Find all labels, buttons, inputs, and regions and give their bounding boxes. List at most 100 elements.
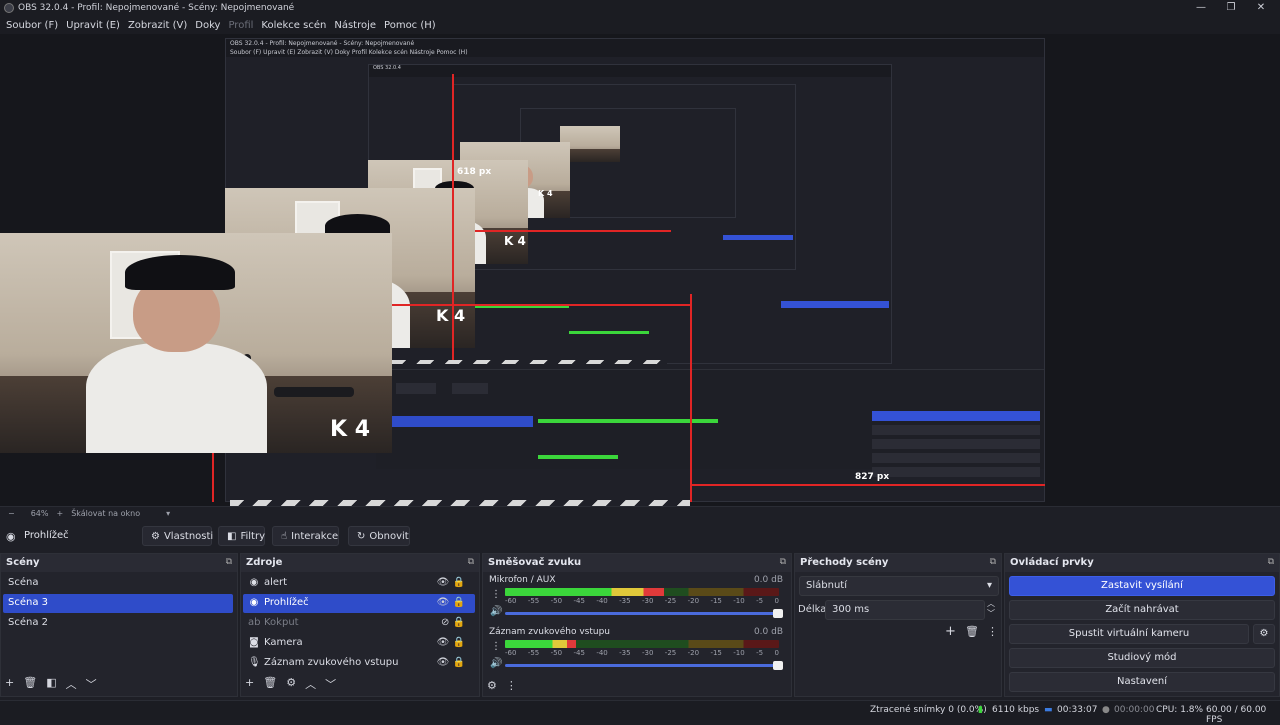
eye-icon[interactable]: 👁 🔒: [437, 657, 465, 668]
start-recording-button[interactable]: Začít nahrávat: [1009, 600, 1275, 620]
zoom-bar: − 64% + Škálovat na okno ▾: [0, 506, 1280, 520]
scene-item-selected[interactable]: Scéna 3: [3, 594, 233, 613]
bitrate: 6110 kbps: [992, 705, 1040, 715]
menu-edit[interactable]: Upravit (E): [66, 20, 120, 31]
speaker-icon[interactable]: 🔊: [490, 658, 502, 669]
scene-item[interactable]: Scéna 2: [3, 614, 233, 633]
undock-icon[interactable]: ⧉: [990, 557, 996, 567]
trash-icon[interactable]: 🗑: [23, 676, 37, 692]
more-icon[interactable]: ⋮: [987, 625, 998, 638]
add-icon[interactable]: +: [5, 676, 14, 692]
eye-icon[interactable]: 👁 🔒: [437, 577, 465, 588]
virtual-camera-settings-button[interactable]: ⚙: [1253, 624, 1275, 644]
chevron-down-icon[interactable]: ▾: [166, 509, 170, 518]
audio-input-volume-knob[interactable]: [773, 661, 783, 670]
source-item-alert[interactable]: ◉ alert 👁 🔒: [243, 574, 475, 593]
menu-help[interactable]: Pomoc (H): [384, 20, 436, 31]
db-tick-label: -55: [527, 649, 540, 657]
filters-button[interactable]: ◧ Filtry: [218, 526, 265, 546]
preview-canvas[interactable]: OBS 32.0.4 - Profil: Nepojmenované - Scé…: [0, 34, 1280, 506]
maximize-button[interactable]: ❐: [1216, 0, 1246, 16]
gear-icon: ⚙: [1259, 628, 1269, 639]
more-icon[interactable]: ⋮: [491, 589, 501, 600]
undock-icon[interactable]: ⧉: [780, 557, 786, 567]
zoom-out-button[interactable]: −: [8, 509, 15, 518]
duration-input[interactable]: 300 ms: [825, 600, 985, 620]
sources-footer: + 🗑 ⚙ ︿ ﹀: [245, 676, 336, 692]
db-tick-label: -20: [687, 597, 700, 605]
add-icon[interactable]: +: [245, 676, 254, 692]
menu-tools[interactable]: Nástroje: [334, 20, 376, 31]
mic-volume-knob[interactable]: [773, 609, 783, 618]
close-button[interactable]: ✕: [1246, 0, 1276, 16]
source-label: Kokput: [264, 617, 299, 628]
trash-icon[interactable]: 🗑: [263, 676, 277, 692]
speaker-icon[interactable]: 🔊: [490, 606, 502, 617]
sources-title: Zdroje ⧉: [241, 554, 479, 572]
guide-line-h3: [475, 230, 671, 232]
source-item-browser[interactable]: ◉ Prohlížeč 👁 🔒: [243, 594, 475, 613]
source-item-camera[interactable]: ◙ Kamera 👁 🔒: [243, 634, 475, 653]
menu-docks[interactable]: Doky: [195, 20, 220, 31]
duration-stepper[interactable]: ︿ ﹀: [987, 599, 995, 619]
chevron-up-icon[interactable]: ︿: [66, 676, 77, 692]
mixer-title: Směšovač zvuku ⧉: [483, 554, 791, 572]
guide-line-v1: [212, 453, 214, 502]
more-icon[interactable]: ⋮: [491, 641, 501, 652]
source-item-cockpit[interactable]: ab Kokput ⊘ 🔒: [243, 614, 475, 633]
audio-input-channel-db: 0.0 dB: [753, 627, 783, 637]
scenes-dock: Scény ⧉ Scéna Scéna 3 Scéna 2 + 🗑 ◧ ︿ ﹀: [0, 553, 238, 697]
transition-select[interactable]: Slábnutí ▾: [799, 576, 999, 596]
db-tick-label: 0: [774, 597, 779, 605]
menu-file[interactable]: Soubor (F): [6, 20, 58, 31]
chevron-down-icon[interactable]: ﹀: [325, 676, 336, 692]
audio-mixer-dock: Směšovač zvuku ⧉ Mikrofon / AUX 0.0 dB ⋮ …: [482, 553, 792, 697]
menu-profile[interactable]: Profil: [228, 20, 253, 31]
filter-icon[interactable]: ◧: [46, 676, 56, 692]
menu-view[interactable]: Zobrazit (V): [128, 20, 187, 31]
db-tick-label: -25: [664, 649, 677, 657]
mic-level-meter: [505, 588, 779, 596]
overlay-k4-3: K 4: [504, 234, 526, 248]
chevron-up-icon[interactable]: ︿: [305, 676, 316, 692]
refresh-button[interactable]: ↻ Obnovit: [348, 526, 410, 546]
undock-icon[interactable]: ⧉: [468, 557, 474, 567]
eye-icon[interactable]: 👁 🔒: [437, 637, 465, 648]
minimize-button[interactable]: —: [1186, 0, 1216, 16]
zoom-in-button[interactable]: +: [56, 509, 63, 518]
db-tick-label: -50: [550, 649, 563, 657]
undock-icon[interactable]: ⧉: [226, 557, 232, 567]
undock-icon[interactable]: ⧉: [1268, 557, 1274, 567]
zoom-level: 64%: [30, 509, 49, 518]
eye-hidden-icon[interactable]: ⊘ 🔒: [441, 617, 465, 628]
record-icon: ●: [1102, 705, 1110, 715]
add-icon[interactable]: +: [945, 624, 956, 639]
window-titlebar: OBS 32.0.4 - Profil: Nepojmenované - Scé…: [0, 0, 1280, 16]
more-icon[interactable]: ⋮: [506, 679, 517, 692]
interact-button[interactable]: ☝ Interakce: [272, 526, 339, 546]
stream-time: 00:33:07: [1057, 705, 1098, 715]
overlay-k4-4: K 4: [538, 189, 553, 198]
filters-label: Filtry: [240, 530, 265, 542]
eye-icon[interactable]: 👁 🔒: [437, 597, 465, 608]
audio-input-volume-slider[interactable]: [505, 661, 783, 670]
properties-button[interactable]: ⚙ Vlastnosti: [142, 526, 213, 546]
advanced-audio-icon[interactable]: ⚙: [487, 679, 497, 692]
scale-mode-select[interactable]: Škálovat na okno: [71, 509, 140, 518]
globe-icon: ◉: [6, 530, 16, 543]
audio-input-level-meter: [505, 640, 779, 648]
settings-button[interactable]: Nastavení: [1009, 672, 1275, 692]
source-item-audio-input[interactable]: 🎙 Záznam zvukového vstupu 👁 🔒: [243, 654, 475, 673]
chevron-down-icon: ▾: [986, 580, 992, 591]
mic-volume-slider[interactable]: [505, 609, 783, 618]
virtual-camera-button[interactable]: Spustit virtuální kameru: [1009, 624, 1249, 644]
trash-icon[interactable]: 🗑: [965, 625, 979, 638]
menu-scene-collection[interactable]: Kolekce scén: [261, 20, 326, 31]
studio-mode-button[interactable]: Studiový mód: [1009, 648, 1275, 668]
stop-streaming-button[interactable]: Zastavit vysílání: [1009, 576, 1275, 596]
scene-item[interactable]: Scéna: [3, 574, 233, 593]
mic-channel-db: 0.0 dB: [753, 575, 783, 585]
chevron-down-icon[interactable]: ﹀: [86, 676, 97, 692]
gear-icon[interactable]: ⚙: [286, 676, 296, 692]
sources-dock: Zdroje ⧉ ◉ alert 👁 🔒 ◉ Prohlížeč 👁 🔒 ab Kokp…: [240, 553, 480, 697]
